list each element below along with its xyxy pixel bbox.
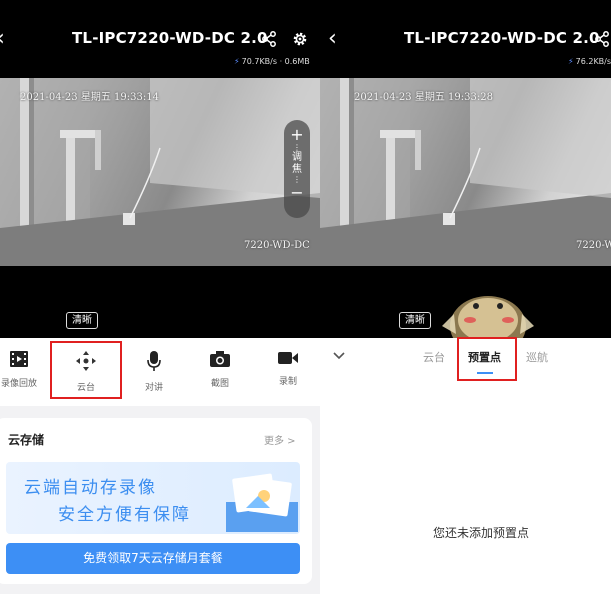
live-video[interactable]: 2021-04-23 星期五 19:33:28 7220-WD-DC	[320, 78, 611, 266]
settings-gear-icon[interactable]	[291, 30, 309, 48]
microphone-icon	[147, 351, 161, 371]
record-button[interactable]: 录制	[274, 350, 302, 387]
video-record-icon	[278, 352, 298, 364]
highlight-box	[457, 337, 517, 381]
talk-button[interactable]: 对讲	[140, 350, 168, 393]
film-icon	[10, 351, 28, 367]
speed-text: 70.7KB/s · 0.6MB	[241, 57, 310, 66]
focus-label: 调焦	[292, 152, 302, 175]
share-icon[interactable]	[260, 30, 278, 48]
bolt-icon: ⚡	[234, 57, 240, 66]
back-icon[interactable]: ‹	[328, 26, 337, 52]
bolt-icon: ⚡	[568, 57, 574, 66]
left-screen: ‹ TL-IPC7220-WD-DC 2.0 ⚡70.7KB/s · 0.6MB	[0, 0, 320, 594]
cloud-storage-title: 云存储	[8, 433, 45, 447]
func-label: 录像回放	[0, 379, 37, 389]
video-scene	[0, 78, 320, 266]
network-speed: ⚡ 76.2KB/s	[568, 57, 611, 66]
empty-presets-message: 您还未添加预置点	[433, 526, 530, 540]
back-icon[interactable]: ‹	[0, 26, 5, 52]
osd-camera-name: 7220-WD-DC	[576, 240, 611, 251]
top-bar: ‹ TL-IPC7220-WD-DC 2.0 ⚡70.7KB/s · 0.6MB	[0, 0, 320, 78]
func-label: 截图	[210, 379, 229, 389]
divider-dots: ⋮	[293, 143, 301, 152]
right-screen: ‹ TL-IPC7220-WD-DC 2.0 ⚡ 76.2KB/s 2021-04…	[320, 0, 611, 594]
focus-plus-button[interactable]: +	[284, 126, 310, 144]
live-video[interactable]: 2021-04-23 星期五 19:33:14 7220-WD-DC	[0, 78, 320, 266]
video-scene	[320, 78, 611, 266]
osd-timestamp: 2021-04-23 星期五 19:33:14	[20, 92, 159, 103]
banner-line-2: 安全方便有保障	[58, 505, 191, 525]
banner-line-1: 云端自动存录像	[24, 478, 157, 498]
focus-control: + ⋮ 调焦 ⋮ −	[284, 120, 310, 218]
playback-button[interactable]: 录像回放	[0, 350, 38, 389]
func-label: 录制	[278, 377, 297, 387]
quality-button[interactable]: 清晰	[66, 312, 98, 329]
speed-text: 76.2KB/s	[575, 57, 611, 66]
tab-cruise[interactable]: 巡航	[526, 349, 548, 365]
top-bar: ‹ TL-IPC7220-WD-DC 2.0 ⚡ 76.2KB/s	[320, 0, 611, 78]
device-title: TL-IPC7220-WD-DC 2.0	[72, 29, 268, 47]
more-link[interactable]: 更多 >	[264, 432, 296, 447]
osd-timestamp: 2021-04-23 星期五 19:33:28	[354, 92, 493, 103]
focus-minus-button[interactable]: −	[284, 184, 310, 202]
func-label: 对讲	[144, 383, 163, 393]
function-row: 录像回放 云台 对讲 截图 录制	[0, 338, 320, 406]
chevron-down-icon[interactable]	[332, 351, 346, 361]
camera-icon	[210, 351, 230, 367]
device-title: TL-IPC7220-WD-DC 2.0	[404, 29, 600, 47]
network-speed: ⚡ 70.7KB/s · 0.6MB	[234, 57, 310, 66]
tab-ptz[interactable]: 云台	[423, 349, 445, 365]
screenshot-button[interactable]: 截图	[206, 350, 234, 389]
player-controls	[0, 266, 320, 338]
free-trial-button[interactable]: 免费领取7天云存储月套餐	[6, 543, 300, 574]
share-icon[interactable]	[593, 30, 611, 48]
quality-button[interactable]: 清晰	[399, 312, 431, 329]
highlight-box	[50, 341, 122, 399]
osd-camera-name: 7220-WD-DC	[244, 240, 310, 251]
